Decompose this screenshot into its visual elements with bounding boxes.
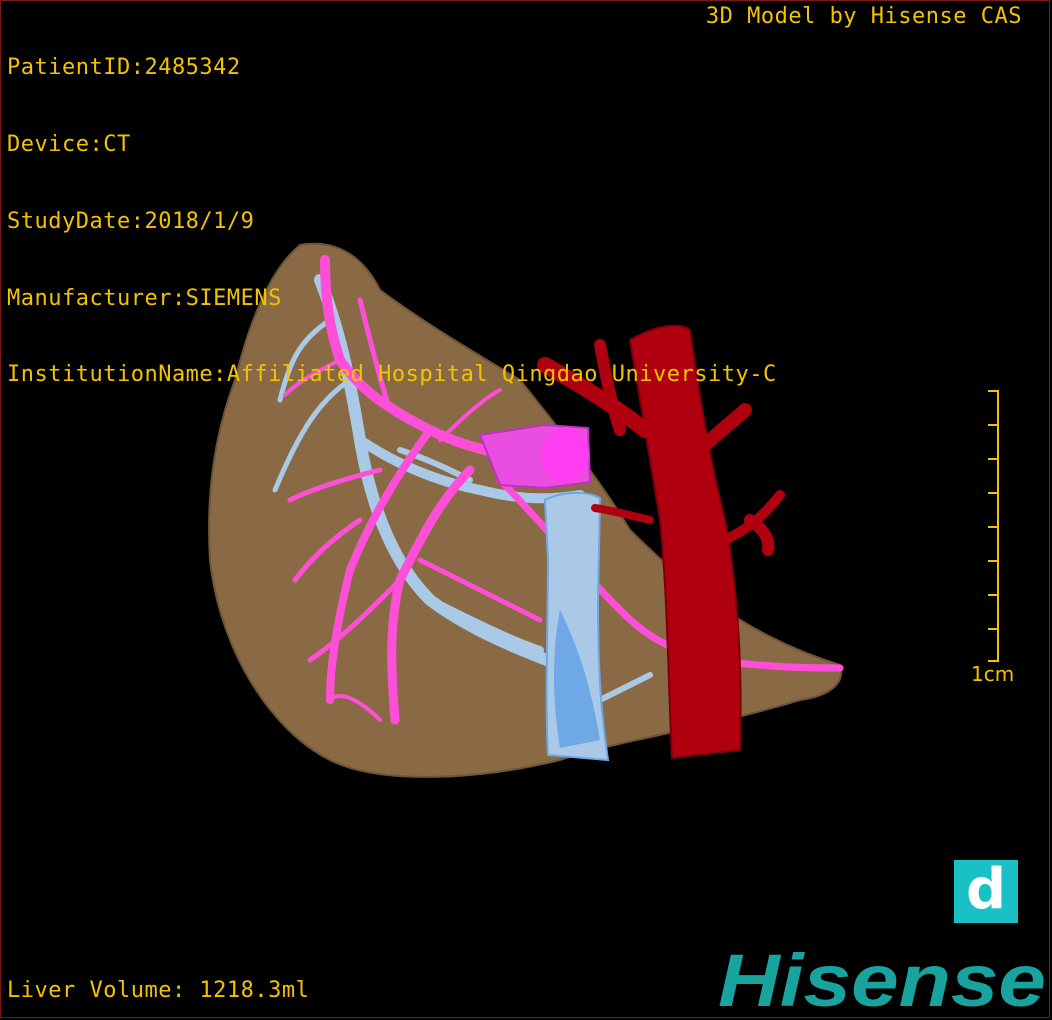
device: Device:CT: [7, 131, 131, 157]
hisense-logo: Hisense: [718, 946, 1046, 1012]
model-credit: 3D Model by Hisense CAS: [705, 4, 1022, 29]
d-app-button[interactable]: d: [954, 860, 1018, 923]
manufacturer: Manufacturer:SIEMENS: [7, 285, 282, 311]
dicom-info-overlay: PatientID:2485342 Device:CT StudyDate:20…: [7, 4, 777, 414]
institution-name: InstitutionName:Affiliated Hospital Qing…: [7, 362, 777, 388]
scale-label: 1cm: [971, 662, 1015, 686]
study-date: StudyDate:2018/1/9: [7, 208, 255, 234]
scale-bar: [988, 390, 999, 662]
portal-trunk-cap: [541, 427, 589, 483]
liver-volume: Liver Volume: 1218.3ml: [7, 978, 310, 1003]
svg-text:Hisense: Hisense: [718, 946, 1046, 1012]
patient-id: PatientID:2485342: [7, 55, 241, 81]
